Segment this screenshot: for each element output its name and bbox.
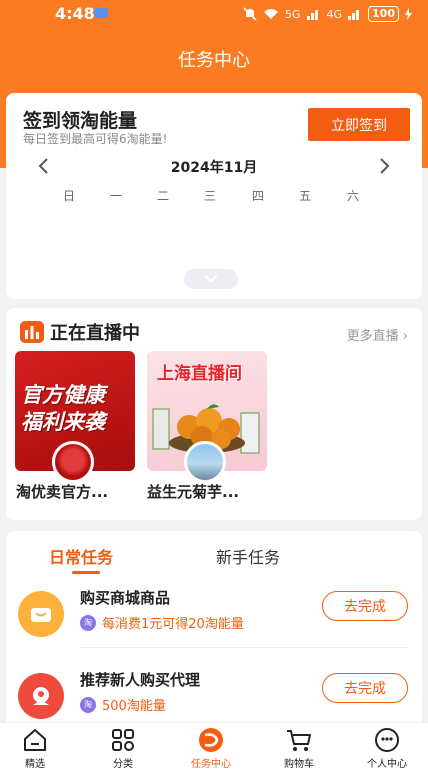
task-item: 推荐新人购买代理 淘 500淘能量 去完成 [6,665,422,725]
nav-featured[interactable]: 精选 [0,727,70,770]
live-chart-icon [20,321,44,343]
nav-label: 分类 [113,759,133,770]
status-time: 4:48 [55,4,95,23]
task-reward: 淘 500淘能量 [80,695,166,714]
energy-coin-icon: 淘 [80,614,96,631]
calendar-header: 2024年11月 [6,155,422,179]
task-go-button[interactable]: 去完成 [322,673,408,703]
shopping-bag-icon [18,591,64,637]
battery-level: 100 [368,6,399,22]
weekday-wed: 三 [203,189,216,203]
task-reward-text: 每消费1元可得20淘能量 [102,617,244,632]
task-item: 购买商城商品 淘 每消费1元可得20淘能量 去完成 [6,583,422,643]
signal-label-1: 5G [284,7,301,21]
expand-calendar-button[interactable] [184,269,238,289]
divider [80,647,408,648]
grid-icon [112,729,134,751]
calendar-month: 2024年11月 [170,160,258,176]
tab-newbie-tasks[interactable]: 新手任务 [216,544,280,568]
nav-label: 个人中心 [367,759,407,770]
task-center-icon [199,728,223,752]
live-banner-line: 官方健康 [21,383,105,407]
notification-pill [94,8,108,18]
weekday-mon: 一 [109,189,122,203]
signin-title: 签到领淘能量 [23,110,138,132]
live-name[interactable]: 淘优卖官方... [16,481,136,502]
nav-label: 任务中心 [191,759,231,770]
task-go-button[interactable]: 去完成 [322,591,408,621]
active-tab-indicator [72,571,100,574]
nav-category[interactable]: 分类 [88,727,158,770]
status-icons: 5G 4G 100 [243,6,412,22]
more-live-link[interactable]: 更多直播 › [347,325,408,344]
nav-profile[interactable]: 个人中心 [352,727,422,770]
weekday-thu: 四 [251,189,264,203]
weekday-sat: 六 [346,189,359,203]
chevron-down-icon [204,275,218,283]
referral-icon [18,673,64,719]
weekday-tue: 二 [156,189,169,203]
chevron-right-icon[interactable] [374,155,394,177]
task-reward-text: 500淘能量 [102,699,166,714]
signal-icon [348,10,360,20]
energy-coin-icon: 淘 [80,696,96,713]
nav-label: 精选 [25,759,45,770]
live-banner-line: 上海直播间 [157,364,242,384]
signin-subtitle: 每日签到最高可得6淘能量! [23,132,168,146]
task-title: 推荐新人购买代理 [80,671,201,689]
tab-daily-tasks[interactable]: 日常任务 [49,544,113,568]
live-name[interactable]: 益生元菊芋... [147,481,267,502]
charging-icon [405,8,412,20]
signal-icon [306,10,318,20]
task-title: 购买商城商品 [80,589,171,607]
bottom-nav: 精选 分类 任务中心 购物车 个人中心 [0,722,428,780]
profile-face-icon [375,728,399,752]
page-title: 任务中心 [178,50,250,71]
task-reward: 淘 每消费1元可得20淘能量 [80,613,244,632]
weekday-fri: 五 [298,189,311,203]
nav-cart[interactable]: 购物车 [264,727,334,770]
live-section: 正在直播中 更多直播 › 官方健康 福利来袭 淘优卖官方... 上海直播间 益生… [6,308,422,520]
cart-icon [287,730,311,751]
live-header: 正在直播中 [20,319,140,345]
avatar[interactable] [52,441,94,483]
status-bar: 4:48 5G 4G 100 [0,0,428,26]
signin-card: 签到领淘能量 每日签到最高可得6淘能量! 立即签到 2024年11月 日 一 二… [6,93,422,299]
live-banner-line: 福利来袭 [21,410,105,434]
weekday-sun: 日 [62,189,75,203]
avatar[interactable] [184,441,226,483]
wifi-icon [263,9,278,19]
mute-icon [243,7,257,21]
calendar-weekdays: 日 一 二 三 四 五 六 [6,187,422,207]
signal-label-2: 4G [326,7,343,21]
home-icon [24,729,46,751]
nav-task-center[interactable]: 任务中心 [176,727,246,770]
signin-button[interactable]: 立即签到 [308,108,410,141]
nav-label: 购物车 [284,759,314,770]
tasks-card: 日常任务 新手任务 购买商城商品 淘 每消费1元可得20淘能量 去完成 推荐新人… [6,531,422,731]
live-title: 正在直播中 [50,323,140,344]
